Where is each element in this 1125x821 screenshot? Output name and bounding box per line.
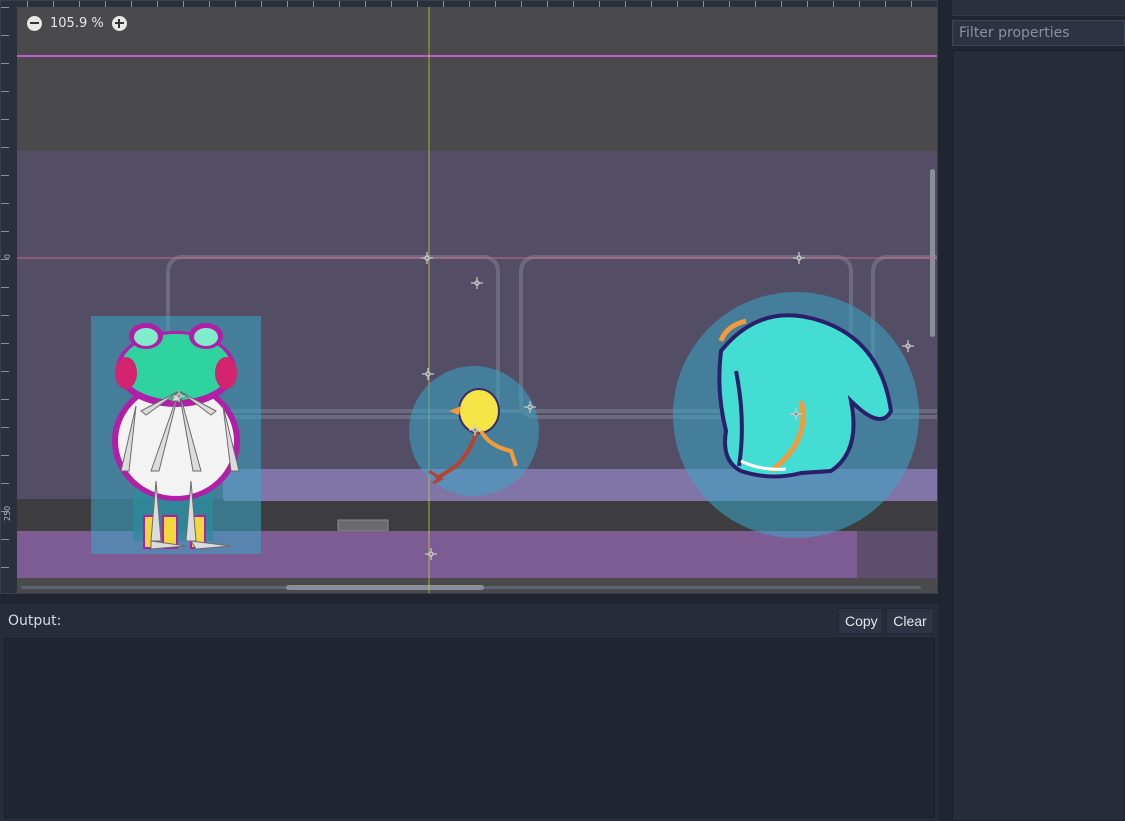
clear-button[interactable]: Clear: [886, 608, 934, 634]
ruler-label-250: 250: [3, 505, 12, 521]
left-ruler: 0 250: [1, 1, 17, 593]
zoom-in-icon[interactable]: [111, 15, 127, 31]
h-scrollbar-handle: [286, 585, 484, 590]
frog-character: [91, 316, 261, 554]
output-panel: Output: Copy Clear: [0, 604, 938, 821]
zoom-level[interactable]: 105.9 %: [50, 16, 104, 31]
top-ruler: [1, 1, 937, 7]
v-scrollbar-handle: [930, 169, 935, 337]
zoom-out-icon[interactable]: [27, 15, 42, 31]
output-log[interactable]: [4, 638, 935, 818]
small-block: [337, 519, 389, 532]
inspector-properties-list[interactable]: [952, 50, 1125, 821]
ruler-label-0: 0: [3, 253, 12, 259]
scene-viewport[interactable]: 0 250 105.9 %: [0, 0, 938, 594]
inspector-header: [952, 0, 1125, 16]
output-label: Output:: [8, 613, 62, 629]
filter-properties-input[interactable]: [952, 20, 1125, 46]
zoom-controls: 105.9 %: [27, 13, 127, 33]
scene-canvas[interactable]: [1, 1, 938, 594]
copy-button[interactable]: Copy: [838, 608, 883, 634]
inspector-panel: [944, 0, 1125, 821]
editor-window: 0 250 105.9 % Output: Copy Clear: [0, 0, 1125, 821]
